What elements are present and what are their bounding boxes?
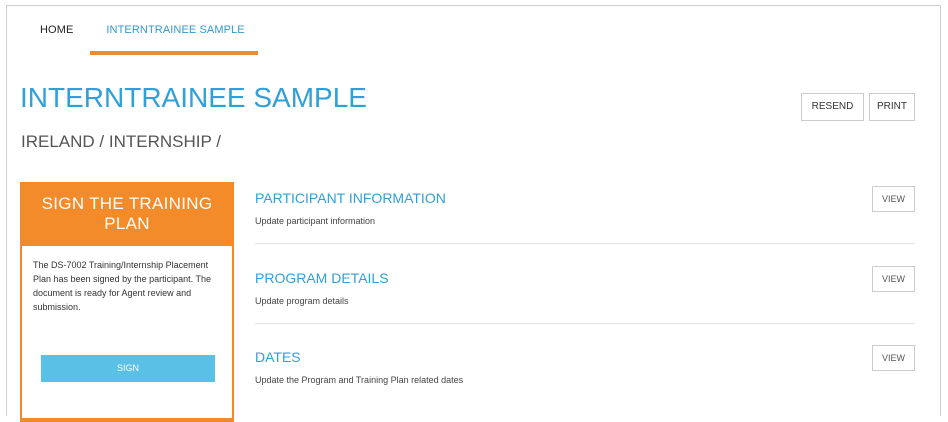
section-program-details: PROGRAM DETAILS Update program details V… (255, 266, 915, 306)
app-frame: HOME INTERNTRAINEE SAMPLE INTERNTRAINEE … (6, 5, 941, 422)
section-title[interactable]: PROGRAM DETAILS (255, 270, 915, 286)
view-dates-button[interactable]: VIEW (872, 345, 915, 371)
divider (255, 323, 915, 324)
tab-home[interactable]: HOME (25, 6, 90, 55)
section-description: Update participant information (255, 216, 376, 226)
divider (255, 243, 915, 244)
page-title: INTERNTRAINEE SAMPLE (20, 82, 367, 113)
sign-card-message: The DS-7002 Training/Internship Placemen… (33, 260, 211, 312)
view-program-details-button[interactable]: VIEW (872, 266, 915, 292)
section-description: Update the Program and Training Plan rel… (255, 375, 464, 385)
sign-card-footer-bar (20, 418, 234, 422)
section-participant-information: PARTICIPANT INFORMATION Update participa… (255, 186, 915, 226)
sign-card-title: SIGN THE TRAINING PLAN (22, 184, 232, 246)
section-description: Update program details (255, 296, 349, 306)
section-title[interactable]: PARTICIPANT INFORMATION (255, 190, 915, 206)
tab-interntrainee-sample[interactable]: INTERNTRAINEE SAMPLE (90, 6, 258, 55)
sign-training-plan-card: SIGN THE TRAINING PLAN The DS-7002 Train… (20, 182, 234, 422)
resend-button[interactable]: RESEND (801, 93, 864, 121)
section-title[interactable]: DATES (255, 349, 915, 365)
view-participant-information-button[interactable]: VIEW (872, 186, 915, 212)
top-nav: HOME INTERNTRAINEE SAMPLE (25, 6, 925, 55)
breadcrumb: IRELAND / INTERNSHIP / (21, 132, 221, 151)
sign-button[interactable]: SIGN (41, 355, 215, 382)
section-dates: DATES Update the Program and Training Pl… (255, 345, 915, 385)
print-button[interactable]: PRINT (869, 93, 915, 121)
